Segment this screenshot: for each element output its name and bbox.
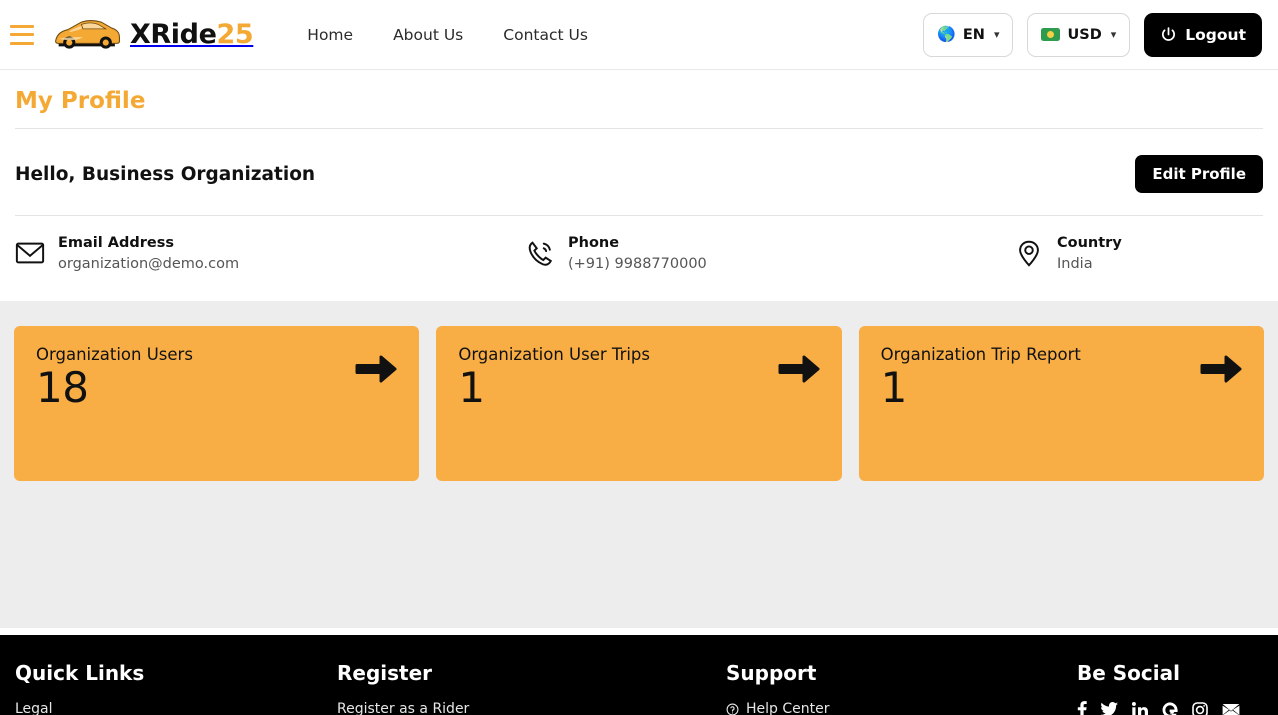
- hamburger-bar: [10, 24, 34, 28]
- footer-column-be-social: Be Social: [1077, 661, 1263, 715]
- stat-card-label: Organization Trip Report: [880, 344, 1081, 364]
- stat-card-organization-trip-report[interactable]: Organization Trip Report 1: [858, 325, 1264, 481]
- chevron-down-icon: ▾: [1110, 28, 1117, 41]
- social-links: [1077, 699, 1263, 715]
- google-link[interactable]: [1162, 701, 1178, 715]
- currency-selector[interactable]: USD ▾: [1027, 12, 1131, 57]
- linkedin-link[interactable]: [1132, 701, 1148, 715]
- brand-name-accent: 25: [216, 19, 254, 50]
- contact-label: Country: [1057, 235, 1122, 251]
- stats-section: Organization Users 18 Organization User …: [0, 300, 1278, 628]
- linkedin-icon: [1132, 701, 1148, 715]
- footer-link-register-as-a-rider[interactable]: Register as a Rider: [337, 699, 726, 715]
- brand-name: XRide25: [130, 19, 254, 50]
- hamburger-menu-icon[interactable]: [10, 24, 34, 45]
- google-icon: [1162, 701, 1178, 715]
- site-header: XRide25 Home About Us Contact Us 🌎 EN ▾ …: [0, 0, 1278, 70]
- chevron-down-icon: ▾: [993, 28, 1000, 41]
- page-title: My Profile: [15, 88, 146, 114]
- contact-details-row: Email Address organization@demo.com Phon…: [15, 216, 1263, 301]
- power-icon: [1162, 27, 1176, 41]
- contact-value: organization@demo.com: [58, 255, 240, 272]
- question-circle-icon: [726, 703, 739, 715]
- contact-label: Email Address: [58, 235, 175, 251]
- footer-link-label: Help Center: [746, 701, 830, 715]
- contact-label: Phone: [568, 235, 620, 251]
- envelope-icon: [15, 242, 45, 264]
- globe-icon: 🌎: [937, 25, 956, 43]
- footer-columns: Quick Links Legal Register Register as a…: [15, 661, 1263, 715]
- stat-card-label: Organization Users: [36, 344, 193, 364]
- stat-card-value: 1: [458, 362, 485, 412]
- twitter-icon: [1101, 702, 1118, 715]
- edit-profile-button[interactable]: Edit Profile: [1135, 155, 1263, 193]
- arrow-right-icon: [355, 355, 397, 383]
- stats-grid: Organization Users 18 Organization User …: [14, 325, 1264, 481]
- stat-card-label: Organization User Trips: [458, 344, 651, 364]
- arrow-right-icon: [1200, 355, 1242, 383]
- brand-name-primary: XRide: [130, 19, 217, 50]
- mail-icon: [1222, 704, 1240, 715]
- phone-icon: [528, 241, 553, 266]
- greeting-text: Hello, Business Organization: [15, 163, 316, 185]
- footer-heading: Support: [726, 661, 817, 685]
- site-footer: Quick Links Legal Register Register as a…: [0, 635, 1278, 715]
- language-value: EN: [962, 26, 985, 43]
- facebook-icon: [1077, 701, 1087, 715]
- car-logo-icon: [55, 19, 120, 49]
- logout-button[interactable]: Logout: [1144, 12, 1262, 57]
- footer-link-help-center[interactable]: Help Center: [726, 699, 1077, 715]
- instagram-icon: [1192, 701, 1208, 715]
- greeting-row: Hello, Business Organization Edit Profil…: [15, 129, 1263, 215]
- main-navigation: Home About Us Contact Us: [287, 20, 608, 50]
- footer-heading: Be Social: [1077, 661, 1180, 685]
- footer-column-support: Support Help Center: [726, 661, 1077, 715]
- footer-link-legal[interactable]: Legal: [15, 699, 337, 715]
- footer-heading: Quick Links: [15, 661, 145, 685]
- hamburger-bar: [10, 41, 34, 45]
- currency-value: USD: [1067, 26, 1102, 43]
- contact-value: India: [1057, 255, 1093, 272]
- arrow-right-icon: [778, 355, 820, 383]
- brand-logo-link[interactable]: XRide25: [48, 15, 254, 55]
- stat-card-value: 18: [36, 362, 89, 412]
- stat-card-value: 1: [880, 362, 908, 412]
- nav-item-about-us[interactable]: About Us: [373, 20, 483, 50]
- nav-item-contact-us[interactable]: Contact Us: [483, 20, 608, 50]
- profile-section: My Profile Hello, Business Organization …: [0, 70, 1278, 301]
- header-actions: 🌎 EN ▾ USD ▾ Logout: [923, 12, 1262, 57]
- nav-item-home[interactable]: Home: [287, 20, 373, 50]
- footer-column-quick-links: Quick Links Legal: [15, 661, 337, 715]
- location-pin-icon: [1019, 240, 1039, 267]
- contact-item-phone: Phone (+91) 9988770000: [525, 234, 1014, 275]
- stat-card-organization-users[interactable]: Organization Users 18: [14, 325, 420, 481]
- stat-card-organization-user-trips[interactable]: Organization User Trips 1: [436, 325, 842, 481]
- contact-item-country: Country India: [1014, 234, 1263, 275]
- logout-label: Logout: [1185, 25, 1246, 44]
- instagram-link[interactable]: [1192, 701, 1208, 715]
- hamburger-bar: [10, 33, 34, 36]
- language-selector[interactable]: 🌎 EN ▾: [923, 12, 1014, 57]
- contact-value: (+91) 9988770000: [568, 255, 707, 272]
- money-icon: [1041, 28, 1061, 41]
- twitter-link[interactable]: [1101, 702, 1118, 715]
- contact-item-email: Email Address organization@demo.com: [15, 234, 525, 275]
- footer-heading: Register: [337, 661, 433, 685]
- facebook-link[interactable]: [1077, 701, 1087, 715]
- mail-link[interactable]: [1222, 703, 1240, 715]
- footer-column-register: Register Register as a Rider: [337, 661, 726, 715]
